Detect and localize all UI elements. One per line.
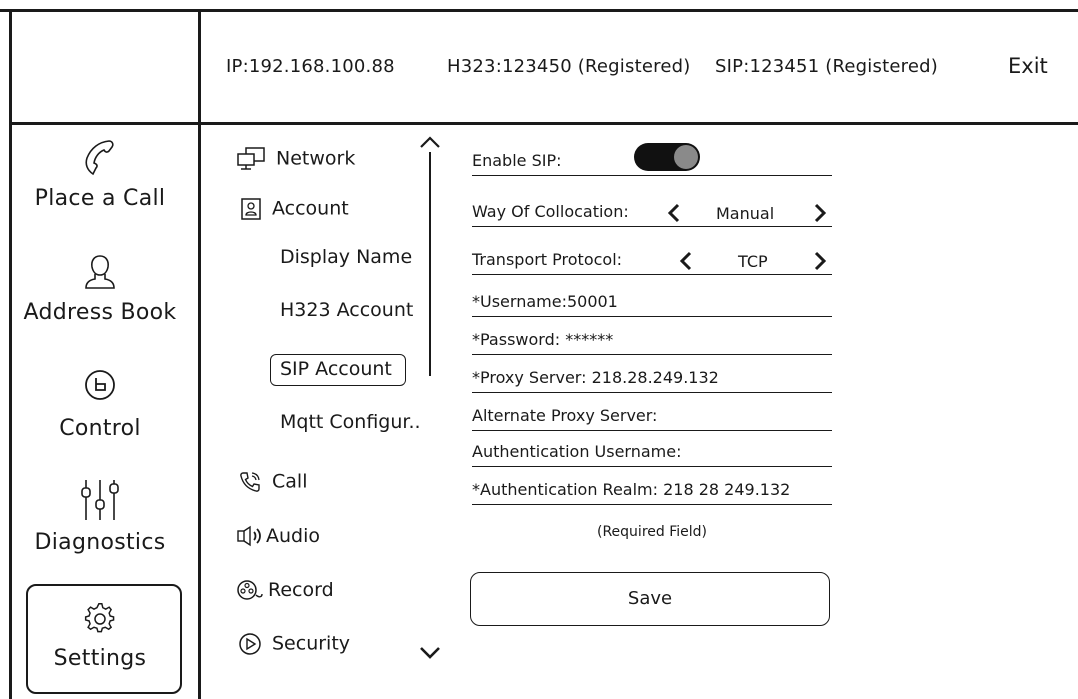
auth-realm-field[interactable]: *Authentication Realm: 218 28 249.132: [472, 480, 832, 505]
username-field[interactable]: *Username:50001: [472, 292, 832, 317]
auth-username-field[interactable]: Authentication Username:: [472, 442, 832, 467]
rail-divider: [198, 9, 201, 699]
rail-label: Address Book: [23, 300, 177, 325]
menu-label: Record: [268, 578, 334, 601]
sip-status: SIP:123451 (Registered): [715, 56, 938, 77]
audio-icon: [237, 525, 261, 547]
rail-control[interactable]: Control: [0, 368, 200, 441]
enable-sip-toggle[interactable]: [634, 143, 700, 171]
top-border: [0, 9, 1078, 12]
rail-label: Diagnostics: [34, 530, 166, 555]
transport-protocol-row: Transport Protocol:: [472, 250, 832, 275]
submenu-mqtt-config[interactable]: Mqtt Configur..: [280, 411, 421, 433]
menu-network[interactable]: Network: [236, 146, 355, 172]
save-button[interactable]: Save: [470, 572, 830, 626]
transport-protocol-value: TCP: [738, 252, 768, 271]
rail-label: Place a Call: [34, 186, 166, 211]
chevron-left-icon[interactable]: [666, 202, 682, 224]
proxy-server-text: *Proxy Server: 218.28.249.132: [472, 368, 719, 387]
scroll-up-icon[interactable]: [418, 134, 442, 150]
submenu-display-name[interactable]: Display Name: [280, 246, 412, 268]
menu-label: Network: [276, 147, 356, 170]
transport-protocol-label: Transport Protocol:: [472, 250, 623, 269]
scroll-down-icon[interactable]: [418, 644, 442, 660]
required-field-note: (Required Field): [597, 524, 707, 540]
menu-audio[interactable]: Audio: [236, 524, 320, 548]
network-icon: [237, 147, 265, 170]
menu-account[interactable]: Account: [240, 197, 349, 221]
enable-sip-label: Enable SIP:: [472, 151, 562, 170]
rail-address-book[interactable]: Address Book: [0, 252, 200, 325]
toggle-knob: [674, 145, 698, 169]
menu-label: Account: [272, 197, 349, 220]
rail-settings[interactable]: Settings: [0, 602, 200, 671]
ip-status: IP:192.168.100.88: [226, 56, 395, 77]
rail-label: Control: [59, 416, 141, 441]
menu-record[interactable]: Record: [236, 578, 334, 602]
account-icon: [241, 198, 261, 220]
submenu-sip-account[interactable]: SIP Account: [280, 358, 392, 380]
rail-diagnostics[interactable]: Diagnostics: [0, 478, 200, 555]
menu-label: Audio: [266, 524, 321, 547]
alternate-proxy-field[interactable]: Alternate Proxy Server:: [472, 406, 832, 431]
person-icon: [85, 255, 115, 289]
h323-status: H323:123450 (Registered): [447, 56, 691, 77]
phone-icon: [85, 140, 114, 176]
way-of-collocation-value: Manual: [716, 204, 775, 223]
password-field[interactable]: *Password: ******: [472, 330, 832, 355]
password-text: *Password: ******: [472, 330, 614, 349]
submenu-h323-account[interactable]: H323 Account: [280, 299, 413, 321]
menu-label: Call: [272, 470, 308, 493]
alternate-proxy-text: Alternate Proxy Server:: [472, 406, 658, 425]
auth-username-text: Authentication Username:: [472, 442, 682, 461]
left-border: [9, 9, 12, 699]
way-of-collocation-label: Way Of Collocation:: [472, 202, 629, 221]
sliders-icon: [81, 480, 119, 520]
chevron-left-icon[interactable]: [678, 250, 694, 272]
chevron-right-icon[interactable]: [812, 202, 828, 224]
menu-security[interactable]: Security: [238, 632, 350, 656]
username-text: *Username:50001: [472, 292, 618, 311]
menu-label: Security: [272, 632, 351, 655]
chevron-right-icon[interactable]: [812, 250, 828, 272]
record-icon: [237, 580, 263, 600]
call-icon: [240, 472, 260, 492]
control-icon: [85, 370, 115, 400]
header-divider: [9, 122, 1078, 125]
security-icon: [239, 633, 261, 655]
auth-realm-text: *Authentication Realm: 218 28 249.132: [472, 480, 791, 499]
gear-icon: [84, 603, 115, 633]
scrollbar[interactable]: [429, 152, 431, 376]
menu-call[interactable]: Call: [238, 470, 307, 494]
rail-label: Settings: [53, 646, 147, 671]
exit-button[interactable]: Exit: [1008, 54, 1048, 78]
way-of-collocation-row: Way Of Collocation:: [472, 202, 832, 227]
proxy-server-field[interactable]: *Proxy Server: 218.28.249.132: [472, 368, 832, 393]
rail-place-a-call[interactable]: Place a Call: [0, 138, 200, 211]
